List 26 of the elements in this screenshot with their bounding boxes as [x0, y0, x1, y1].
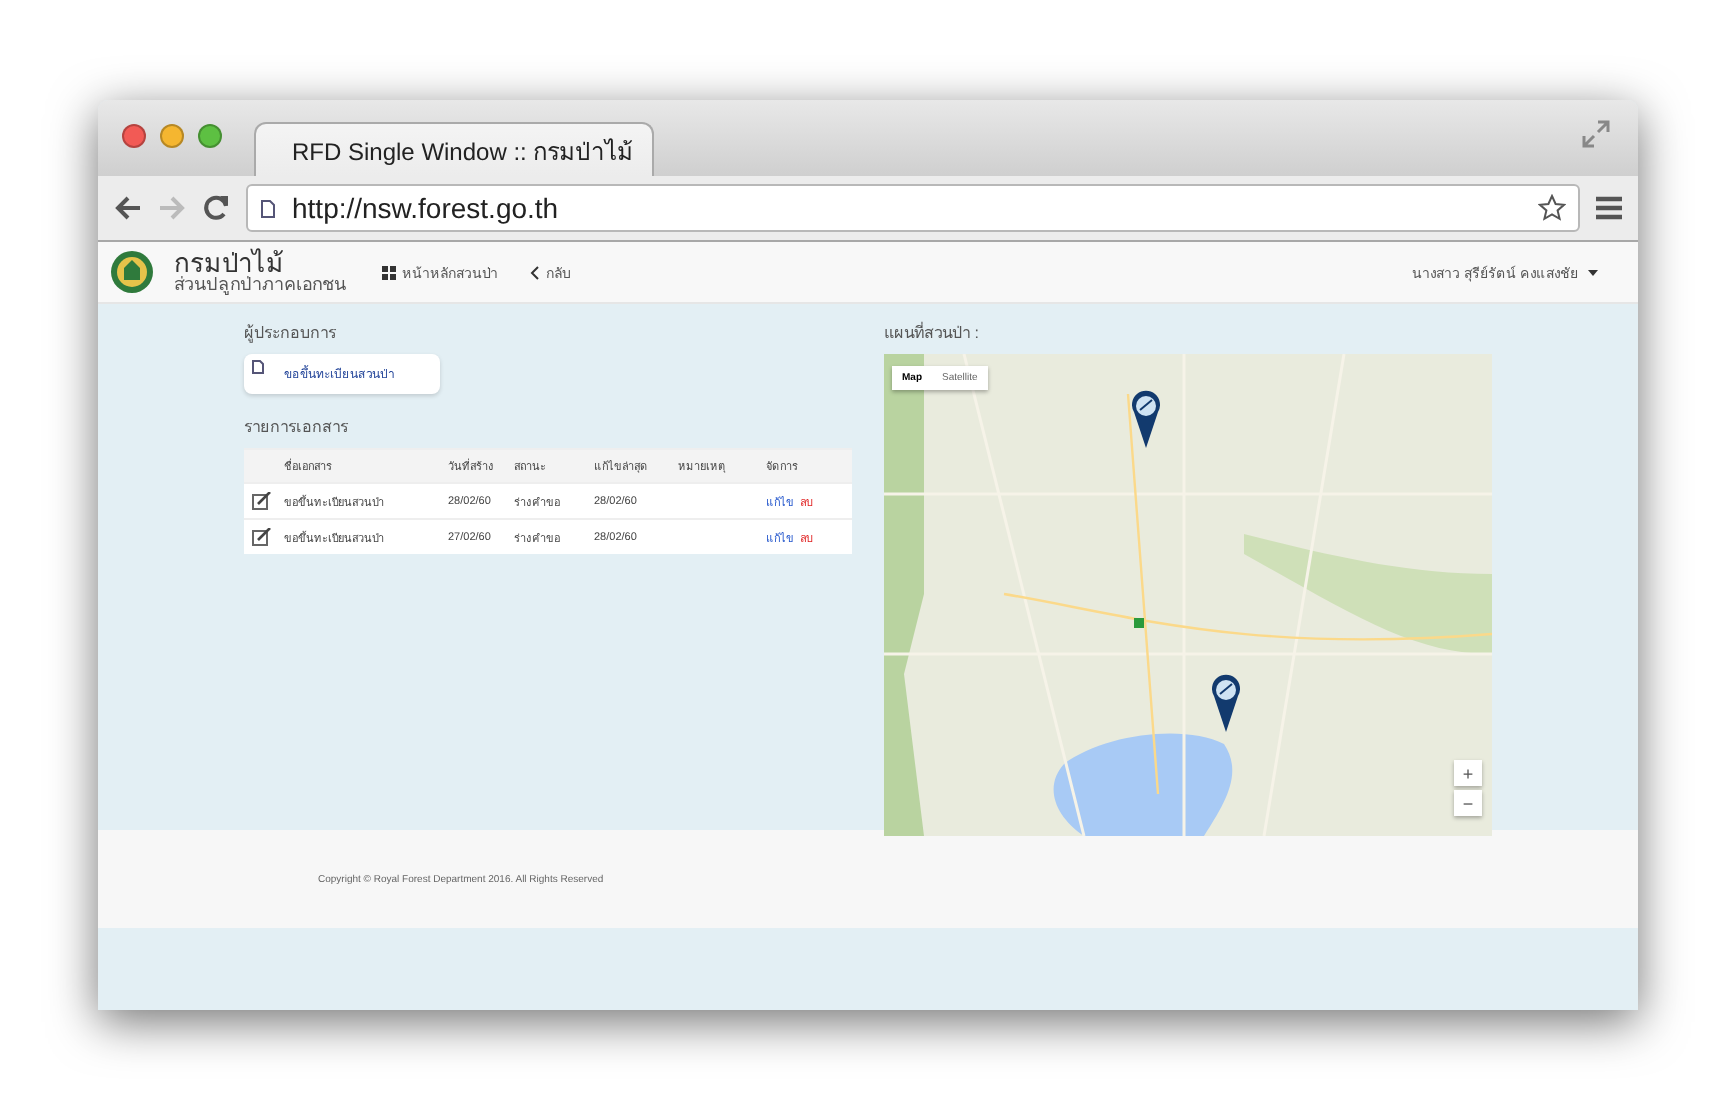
- document-icon: [260, 199, 276, 217]
- back-arrow-icon[interactable]: [114, 194, 142, 222]
- map-marker-icon[interactable]: [1212, 674, 1240, 734]
- maximize-window-icon[interactable]: [198, 124, 222, 148]
- section-heading: ผู้ประกอบการ: [244, 322, 338, 346]
- brand-subtitle: ส่วนปลูกป่าภาคเอกชน: [174, 276, 346, 294]
- brand-title: กรมป่าไม้: [174, 250, 284, 276]
- zoom-button[interactable]: −: [1454, 790, 1482, 816]
- section-heading: รายการเอกสาร: [244, 416, 350, 440]
- emblem-logo: [110, 250, 154, 294]
- address-bar[interactable]: http://nsw.forest.go.th: [246, 184, 1580, 232]
- map-marker-icon[interactable]: [1132, 390, 1160, 450]
- edit-icon[interactable]: [252, 528, 272, 546]
- grid-icon: [382, 265, 396, 279]
- edit-icon[interactable]: [252, 492, 272, 510]
- close-window-icon[interactable]: [122, 124, 146, 148]
- reload-icon[interactable]: [202, 194, 230, 222]
- fullscreen-icon[interactable]: [1582, 120, 1610, 148]
- star-icon[interactable]: [1538, 194, 1566, 222]
- document-icon: [252, 360, 264, 374]
- chevron-left-icon: [530, 265, 540, 279]
- caret-icon: [1588, 269, 1598, 275]
- menu-icon[interactable]: [1596, 196, 1622, 220]
- browser-tab[interactable]: RFD Single Window :: กรมป่าไม้: [254, 122, 654, 176]
- zoom-button[interactable]: +: [1454, 760, 1482, 786]
- section-heading: แผนที่สวนป่า :: [884, 320, 981, 346]
